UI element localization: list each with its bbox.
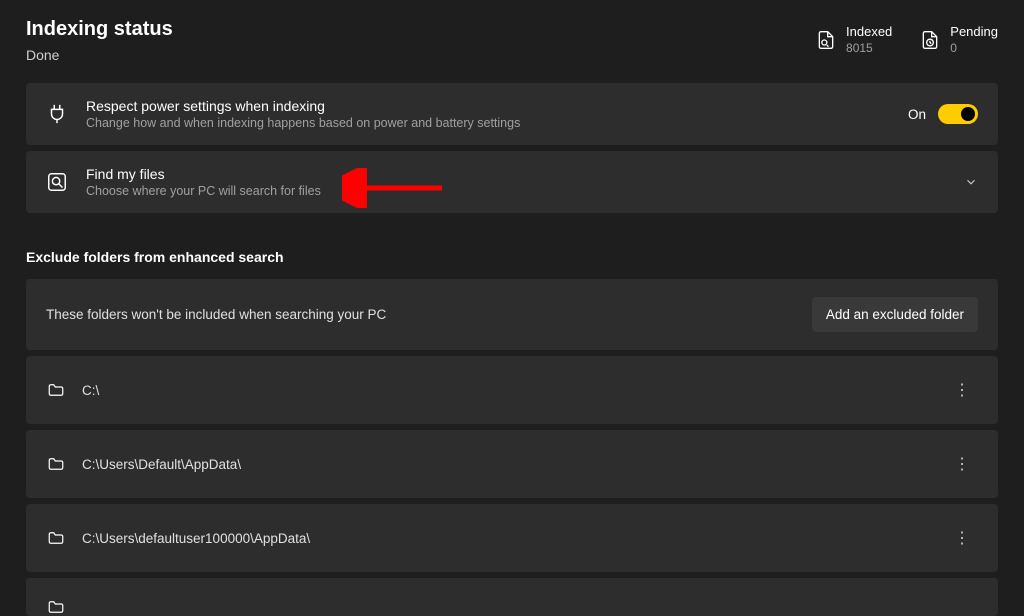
indexed-label: Indexed <box>846 24 892 39</box>
folder-path: C:\Users\Default\AppData\ <box>82 457 930 472</box>
excluded-folder-row-partial <box>26 578 998 616</box>
find-my-files-control <box>964 175 978 189</box>
folder-path: C:\ <box>82 383 930 398</box>
exclude-header-card: These folders won't be included when sea… <box>26 279 998 350</box>
folder-icon <box>46 529 66 547</box>
find-my-files-main: Find my files Choose where your PC will … <box>86 166 946 198</box>
pending-icon <box>920 30 940 50</box>
excluded-folder-row: C:\ ⋮ <box>26 356 998 424</box>
chevron-down-icon <box>964 175 978 189</box>
folder-icon <box>46 381 66 399</box>
page-title: Indexing status <box>26 18 173 41</box>
excluded-folder-row: C:\Users\defaultuser100000\AppData\ ⋮ <box>26 504 998 572</box>
more-options-button[interactable]: ⋮ <box>946 450 978 478</box>
pending-value: 0 <box>950 41 998 55</box>
find-my-files-card[interactable]: Find my files Choose where your PC will … <box>26 151 998 213</box>
indexed-value: 8015 <box>846 41 892 55</box>
folder-path: C:\Users\defaultuser100000\AppData\ <box>82 531 930 546</box>
power-toggle[interactable] <box>938 104 978 124</box>
power-settings-control: On <box>908 104 978 124</box>
indexed-icon <box>816 30 836 50</box>
power-plug-icon <box>46 103 68 125</box>
find-my-files-desc: Choose where your PC will search for fil… <box>86 184 946 198</box>
header: Indexing status Done Indexed 8015 Pendin… <box>26 18 998 63</box>
pending-stat: Pending 0 <box>920 24 998 55</box>
header-stats: Indexed 8015 Pending 0 <box>816 18 998 55</box>
toggle-state-label: On <box>908 107 926 122</box>
pending-stat-text: Pending 0 <box>950 24 998 55</box>
folder-icon <box>46 455 66 473</box>
header-left: Indexing status Done <box>26 18 173 63</box>
search-file-icon <box>46 171 68 193</box>
pending-label: Pending <box>950 24 998 39</box>
more-options-button[interactable]: ⋮ <box>946 524 978 552</box>
more-options-button[interactable]: ⋮ <box>946 376 978 404</box>
power-settings-title: Respect power settings when indexing <box>86 98 890 114</box>
power-settings-card[interactable]: Respect power settings when indexing Cha… <box>26 83 998 145</box>
find-my-files-title: Find my files <box>86 166 946 182</box>
exclude-header-text: These folders won't be included when sea… <box>46 307 386 322</box>
exclude-section-title: Exclude folders from enhanced search <box>26 249 998 265</box>
power-settings-desc: Change how and when indexing happens bas… <box>86 116 890 130</box>
power-settings-main: Respect power settings when indexing Cha… <box>86 98 890 130</box>
indexing-status-text: Done <box>26 47 173 63</box>
indexed-stat-text: Indexed 8015 <box>846 24 892 55</box>
excluded-folder-row: C:\Users\Default\AppData\ ⋮ <box>26 430 998 498</box>
folder-icon <box>46 598 66 616</box>
add-excluded-folder-button[interactable]: Add an excluded folder <box>812 297 978 332</box>
indexed-stat: Indexed 8015 <box>816 24 892 55</box>
